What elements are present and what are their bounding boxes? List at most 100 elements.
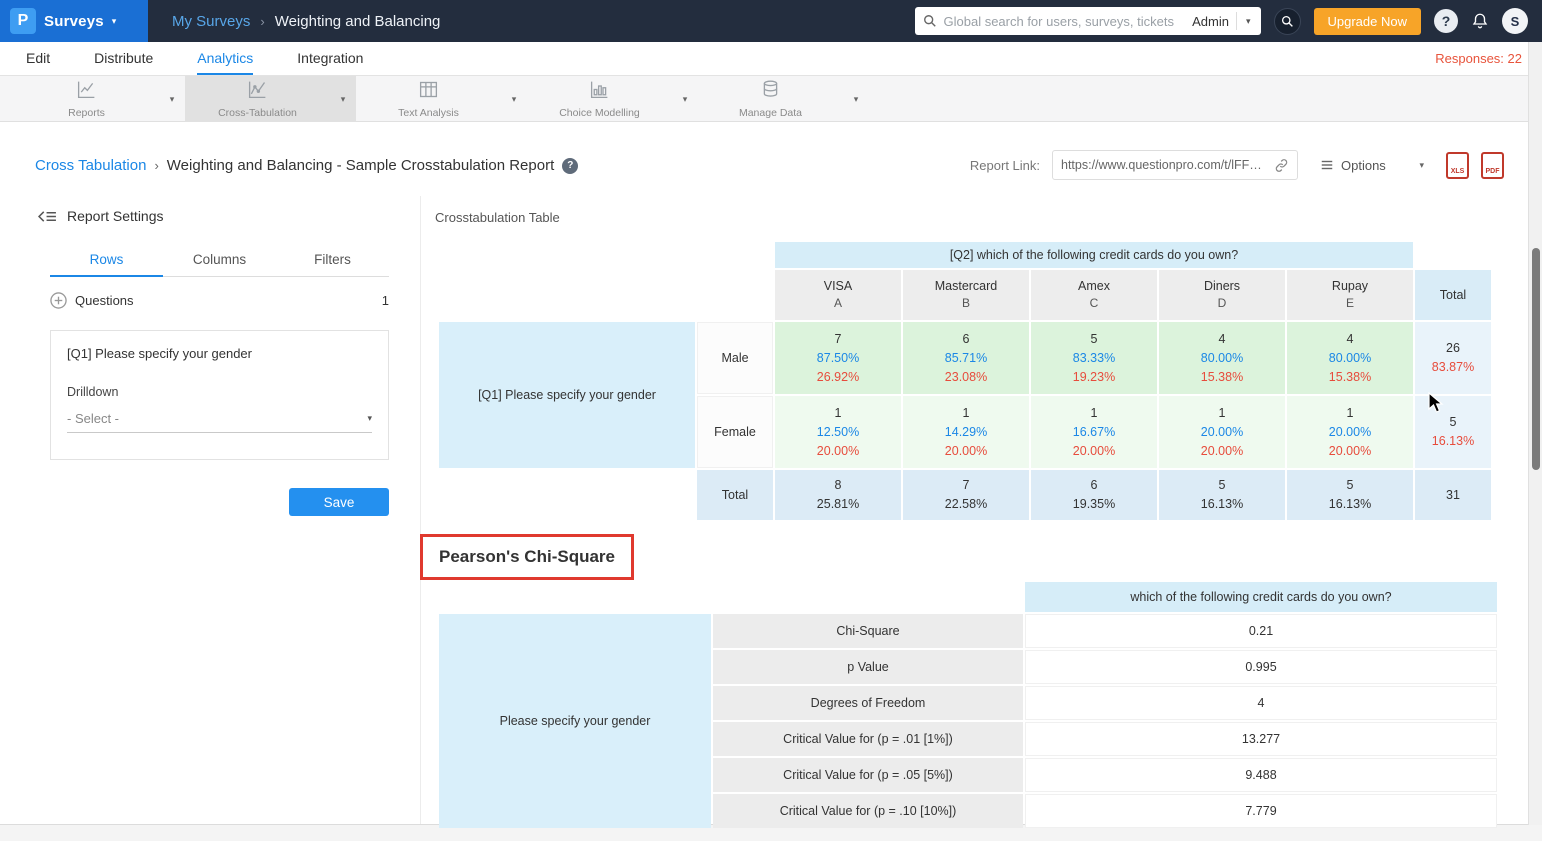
chi-value: 0.21 xyxy=(1025,614,1497,648)
report-help-icon[interactable]: ? xyxy=(562,158,578,174)
export-xls-button[interactable]: XLS xyxy=(1446,152,1469,179)
column-group-header: [Q2] which of the following credit cards… xyxy=(775,242,1413,268)
cell-female-rupay: 120.00%20.00% xyxy=(1287,396,1413,468)
chi-label: Critical Value for (p = .05 [5%]) xyxy=(713,758,1023,792)
chi-label: Critical Value for (p = .10 [10%]) xyxy=(713,794,1023,828)
report-tools: Report Link: https://www.questionpro.com… xyxy=(970,150,1504,180)
options-list-icon xyxy=(1320,158,1334,172)
column-header-rupay: RupayE xyxy=(1287,270,1413,320)
search-scope-label[interactable]: Admin xyxy=(1192,14,1229,29)
chi-label: Critical Value for (p = .01 [1%]) xyxy=(713,722,1023,756)
chi-value: 4 xyxy=(1025,686,1497,720)
cell-total-mastercard: 722.58% xyxy=(903,470,1029,520)
upgrade-button[interactable]: Upgrade Now xyxy=(1314,8,1422,35)
drilldown-label: Drilldown xyxy=(67,385,372,399)
row-group-header: [Q1] Please specify your gender xyxy=(439,322,695,468)
cell-total-diners: 516.13% xyxy=(1159,470,1285,520)
cell-male-rupay: 480.00%15.38% xyxy=(1287,322,1413,394)
tab-distribute[interactable]: Distribute xyxy=(94,42,153,75)
tab-columns[interactable]: Columns xyxy=(163,244,276,277)
toolbar-item-label: Manage Data xyxy=(739,107,802,119)
text-analysis-icon xyxy=(418,79,439,105)
question-text: [Q1] Please specify your gender xyxy=(67,346,372,361)
chevron-down-icon[interactable]: ▾ xyxy=(159,76,185,122)
pearsons-chi-square-annotation: Pearson's Chi-Square xyxy=(420,534,634,580)
blank-cell xyxy=(439,270,773,320)
options-label: Options xyxy=(1341,158,1386,173)
manage-data-icon xyxy=(760,79,781,105)
global-search-input[interactable] xyxy=(944,14,1186,29)
blank-cell xyxy=(439,242,773,268)
toolbar-item-cross-tabulation[interactable]: Cross-Tabulation ▾ xyxy=(185,76,356,122)
collapse-panel-icon[interactable] xyxy=(38,209,57,224)
product-switcher[interactable]: P Surveys ▾ xyxy=(0,0,148,42)
question-card: [Q1] Please specify your gender Drilldow… xyxy=(50,330,389,460)
link-icon[interactable] xyxy=(1274,158,1289,173)
tab-edit[interactable]: Edit xyxy=(26,42,50,75)
cell-male-amex: 583.33%19.23% xyxy=(1031,322,1157,394)
help-icon[interactable]: ? xyxy=(1434,9,1458,33)
total-column-header: Total xyxy=(1415,270,1491,320)
tab-rows[interactable]: Rows xyxy=(50,244,163,277)
cell-female-amex: 116.67%20.00% xyxy=(1031,396,1157,468)
chevron-down-icon[interactable]: ▾ xyxy=(330,76,356,122)
breadcrumb-my-surveys[interactable]: My Surveys xyxy=(172,13,250,30)
avatar-initial: S xyxy=(1511,14,1520,29)
column-header-amex: AmexC xyxy=(1031,270,1157,320)
table-row: Please specify your gender Chi-Square 0.… xyxy=(439,614,1497,648)
chevron-down-icon: ▾ xyxy=(1419,161,1424,170)
add-question-icon[interactable] xyxy=(50,292,67,309)
global-search: Admin ▾ xyxy=(915,7,1261,35)
drilldown-select-value: - Select - xyxy=(67,411,367,426)
column-header-mastercard: MastercardB xyxy=(903,270,1029,320)
crosstab-section-title: Crosstabulation Table xyxy=(435,210,560,225)
toolbar-item-label: Text Analysis xyxy=(398,107,459,119)
export-pdf-button[interactable]: PDF xyxy=(1481,152,1504,179)
save-button[interactable]: Save xyxy=(289,488,389,516)
options-dropdown[interactable]: Options ▾ xyxy=(1310,150,1434,180)
report-url[interactable]: https://www.questionpro.com/t/lFFCZg xyxy=(1061,158,1268,172)
help-glyph: ? xyxy=(1442,13,1451,29)
grand-total-cell: 31 xyxy=(1415,470,1491,520)
cross-tabulation-link[interactable]: Cross Tabulation xyxy=(35,157,146,174)
crosstab-table: [Q2] which of the following credit cards… xyxy=(437,240,1493,522)
cell-total-amex: 619.35% xyxy=(1031,470,1157,520)
vertical-scrollbar[interactable] xyxy=(1528,42,1542,825)
tab-analytics[interactable]: Analytics xyxy=(197,42,253,75)
avatar[interactable]: S xyxy=(1502,8,1528,34)
drilldown-select[interactable]: - Select - ▾ xyxy=(67,411,372,433)
toolbar-item-choice-modelling[interactable]: Choice Modelling ▾ xyxy=(527,76,698,122)
chevron-down-icon[interactable]: ▾ xyxy=(672,76,698,122)
toolbar-item-reports[interactable]: Reports ▾ xyxy=(14,76,185,122)
analytics-toolbar: Reports ▾ Cross-Tabulation ▾ Text Analys… xyxy=(0,76,1542,122)
breadcrumb-separator: › xyxy=(260,14,264,29)
blank-cell xyxy=(1415,242,1491,268)
pdf-label: PDF xyxy=(1486,168,1500,175)
chi-value: 7.779 xyxy=(1025,794,1497,828)
cell-female-mastercard: 114.29%20.00% xyxy=(903,396,1029,468)
toolbar-item-text-analysis[interactable]: Text Analysis ▾ xyxy=(356,76,527,122)
report-url-box: https://www.questionpro.com/t/lFFCZg xyxy=(1052,150,1298,180)
toolbar-item-manage-data[interactable]: Manage Data ▾ xyxy=(698,76,869,122)
questionpro-logo: P xyxy=(10,8,36,34)
search-scope-caret-icon[interactable]: ▾ xyxy=(1244,17,1253,26)
chi-row-header: Please specify your gender xyxy=(439,614,711,828)
total-row-label: Total xyxy=(697,470,773,520)
notifications-bell-icon[interactable] xyxy=(1471,12,1489,30)
cross-tabulation-icon xyxy=(247,79,268,105)
chevron-down-icon[interactable]: ▾ xyxy=(843,76,869,122)
topbar-actions: Admin ▾ Upgrade Now ? S xyxy=(915,7,1542,35)
search-button[interactable] xyxy=(1274,8,1301,35)
chi-label: Degrees of Freedom xyxy=(713,686,1023,720)
chevron-down-icon[interactable]: ▾ xyxy=(501,76,527,122)
column-header-diners: DinersD xyxy=(1159,270,1285,320)
cell-male-diners: 480.00%15.38% xyxy=(1159,322,1285,394)
table-row: Total 825.81% 722.58% 619.35% 516.13% 51… xyxy=(439,470,1491,520)
tab-integration[interactable]: Integration xyxy=(297,42,363,75)
breadcrumb-current: Weighting and Balancing xyxy=(275,13,441,30)
questions-row[interactable]: Questions 1 xyxy=(50,292,389,309)
tab-filters[interactable]: Filters xyxy=(276,244,389,277)
breadcrumb: My Surveys › Weighting and Balancing xyxy=(172,13,440,30)
scrollbar-thumb[interactable] xyxy=(1532,248,1540,470)
responses-count: Responses: 22 xyxy=(1435,42,1522,75)
